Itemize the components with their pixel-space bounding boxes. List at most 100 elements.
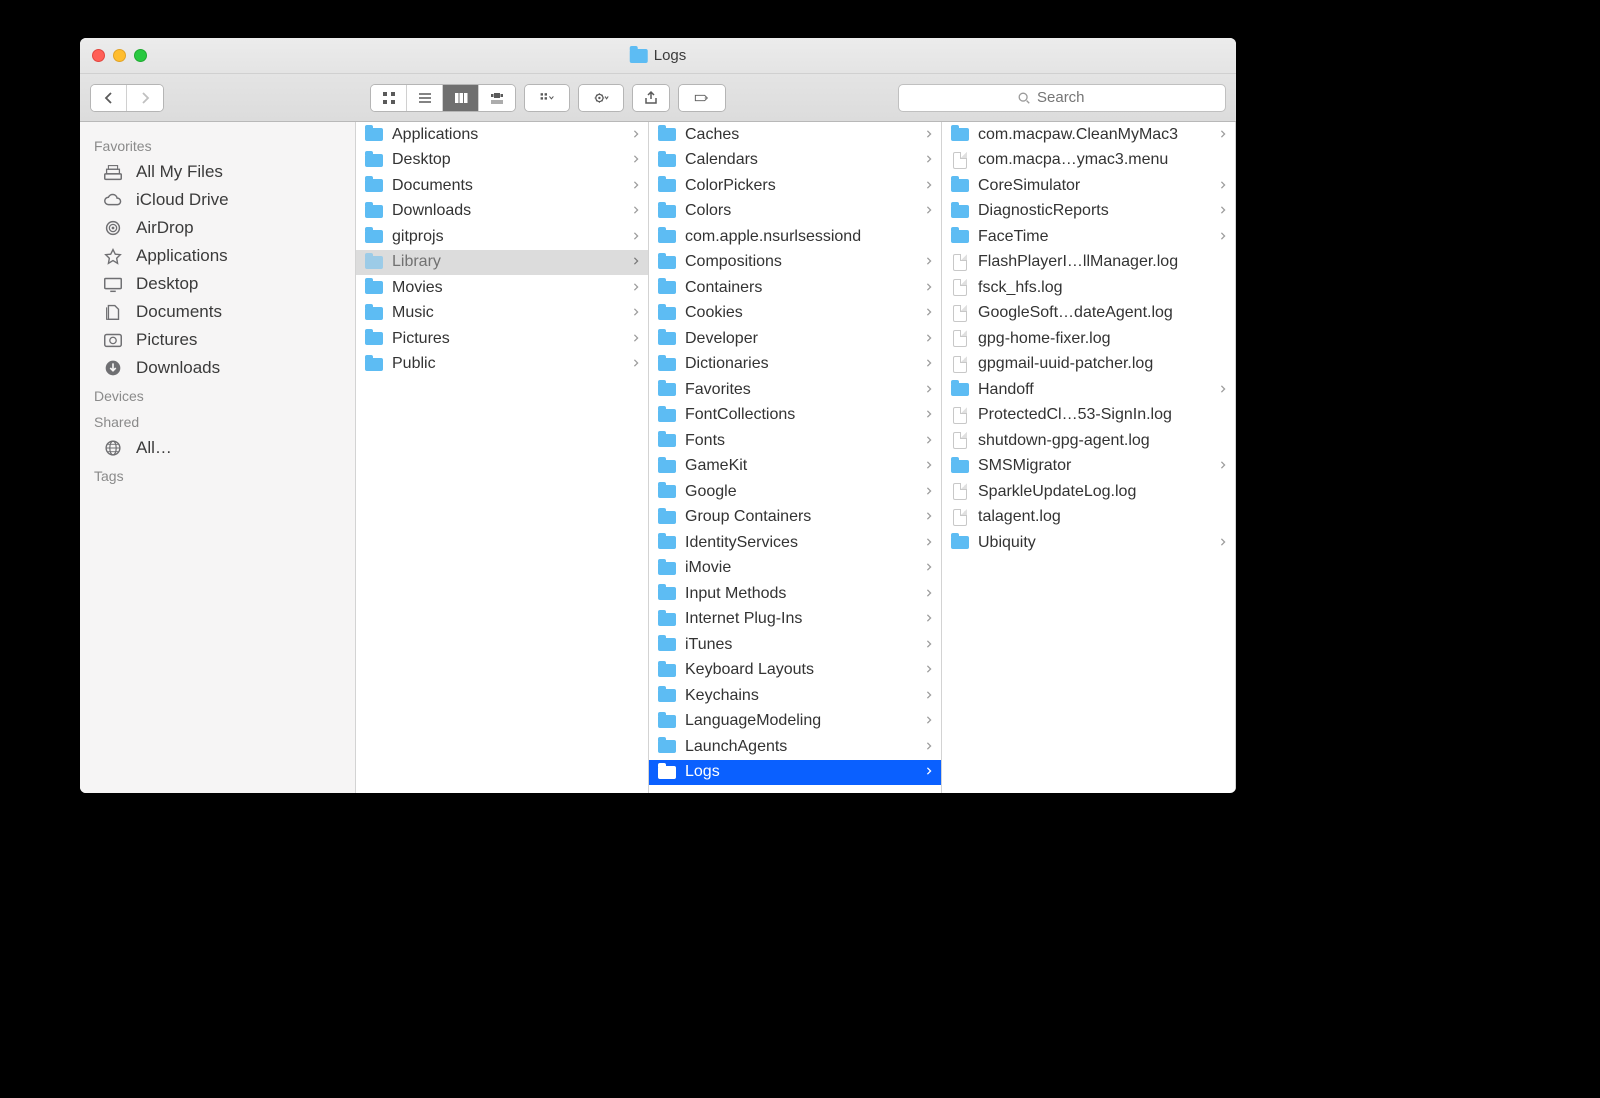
sidebar-item[interactable]: AirDrop xyxy=(80,214,355,242)
row-label: Favorites xyxy=(685,381,917,399)
folder-row[interactable]: Calendars xyxy=(649,148,941,174)
sidebar-item[interactable]: All… xyxy=(80,434,355,462)
folder-row[interactable]: Caches xyxy=(649,122,941,148)
folder-row[interactable]: GameKit xyxy=(649,454,941,480)
folder-row[interactable]: Handoff xyxy=(942,377,1235,403)
row-label: talagent.log xyxy=(978,508,1211,526)
folder-row[interactable]: Applications xyxy=(356,122,648,148)
folder-row[interactable]: Containers xyxy=(649,275,941,301)
folder-icon xyxy=(364,152,384,168)
file-row[interactable]: gpgmail-uuid-patcher.log xyxy=(942,352,1235,378)
folder-row[interactable]: Logs xyxy=(649,760,941,786)
folder-row[interactable]: FontCollections xyxy=(649,403,941,429)
sidebar-item-label: All… xyxy=(136,438,172,458)
file-row[interactable]: FlashPlayerI…llManager.log xyxy=(942,250,1235,276)
folder-row[interactable]: Input Methods xyxy=(649,581,941,607)
folder-row[interactable]: Favorites xyxy=(649,377,941,403)
icon-view-button[interactable] xyxy=(371,85,407,111)
folder-row[interactable]: SMSMigrator xyxy=(942,454,1235,480)
folder-row[interactable]: com.macpaw.CleanMyMac3 xyxy=(942,122,1235,148)
titlebar: Logs xyxy=(80,38,1236,74)
folder-icon xyxy=(657,484,677,500)
folder-row[interactable]: FaceTime xyxy=(942,224,1235,250)
action-button[interactable] xyxy=(579,85,623,111)
folder-row[interactable]: Dictionaries xyxy=(649,352,941,378)
folder-row[interactable]: LanguageModeling xyxy=(649,709,941,735)
folder-row[interactable]: Developer xyxy=(649,326,941,352)
file-row[interactable]: gpg-home-fixer.log xyxy=(942,326,1235,352)
folder-row[interactable]: Pictures xyxy=(356,326,648,352)
nav-buttons xyxy=(90,84,164,112)
folder-row[interactable]: Internet Plug-Ins xyxy=(649,607,941,633)
chevron-right-icon xyxy=(925,432,935,450)
folder-row[interactable]: ColorPickers xyxy=(649,173,941,199)
downloads-icon xyxy=(102,358,124,378)
row-label: Music xyxy=(392,304,624,322)
column-view-button[interactable] xyxy=(443,85,479,111)
file-icon xyxy=(950,407,970,423)
zoom-window-button[interactable] xyxy=(134,49,147,62)
window-title: Logs xyxy=(630,47,687,64)
folder-row[interactable]: Movies xyxy=(356,275,648,301)
folder-row[interactable]: Compositions xyxy=(649,250,941,276)
folder-row[interactable]: Desktop xyxy=(356,148,648,174)
folder-row[interactable]: Library xyxy=(356,250,648,276)
folder-row[interactable]: Public xyxy=(356,352,648,378)
sidebar-item[interactable]: iCloud Drive xyxy=(80,186,355,214)
folder-row[interactable]: Documents xyxy=(356,173,648,199)
folder-icon xyxy=(364,280,384,296)
share-button[interactable] xyxy=(633,85,669,111)
folder-row[interactable]: CoreSimulator xyxy=(942,173,1235,199)
file-row[interactable]: shutdown-gpg-agent.log xyxy=(942,428,1235,454)
folder-row[interactable]: Downloads xyxy=(356,199,648,225)
folder-row[interactable]: LaunchAgents xyxy=(649,734,941,760)
folder-row[interactable]: Keychains xyxy=(649,683,941,709)
folder-row[interactable]: Music xyxy=(356,301,648,327)
chevron-right-icon xyxy=(1219,457,1229,475)
arrange-button[interactable] xyxy=(525,85,569,111)
folder-row[interactable]: iTunes xyxy=(649,632,941,658)
folder-row[interactable]: com.apple.nsurlsessiond xyxy=(649,224,941,250)
folder-row[interactable]: gitprojs xyxy=(356,224,648,250)
close-window-button[interactable] xyxy=(92,49,105,62)
folder-icon xyxy=(950,382,970,398)
back-button[interactable] xyxy=(91,85,127,111)
folder-row[interactable]: DiagnosticReports xyxy=(942,199,1235,225)
file-row[interactable]: SparkleUpdateLog.log xyxy=(942,479,1235,505)
sidebar-item[interactable]: Applications xyxy=(80,242,355,270)
column-2[interactable]: CachesCalendarsColorPickersColorscom.app… xyxy=(649,122,942,793)
row-label: shutdown-gpg-agent.log xyxy=(978,432,1211,450)
minimize-window-button[interactable] xyxy=(113,49,126,62)
chevron-right-icon xyxy=(925,508,935,526)
list-view-button[interactable] xyxy=(407,85,443,111)
column-1[interactable]: ApplicationsDesktopDocumentsDownloadsgit… xyxy=(356,122,649,793)
sidebar-item[interactable]: Pictures xyxy=(80,326,355,354)
folder-row[interactable]: Keyboard Layouts xyxy=(649,658,941,684)
file-row[interactable]: talagent.log xyxy=(942,505,1235,531)
folder-row[interactable]: IdentityServices xyxy=(649,530,941,556)
folder-row[interactable]: Google xyxy=(649,479,941,505)
file-row[interactable]: fsck_hfs.log xyxy=(942,275,1235,301)
forward-button[interactable] xyxy=(127,85,163,111)
folder-icon xyxy=(657,127,677,143)
sidebar-item[interactable]: Downloads xyxy=(80,354,355,382)
search-input[interactable] xyxy=(1037,89,1107,106)
chevron-right-icon xyxy=(1219,228,1229,246)
column-3[interactable]: com.macpaw.CleanMyMac3com.macpa…ymac3.me… xyxy=(942,122,1236,793)
sidebar-item[interactable]: Documents xyxy=(80,298,355,326)
folder-row[interactable]: Colors xyxy=(649,199,941,225)
tags-button[interactable] xyxy=(679,85,725,111)
sidebar-item[interactable]: All My Files xyxy=(80,158,355,186)
folder-icon xyxy=(657,509,677,525)
folder-row[interactable]: Ubiquity xyxy=(942,530,1235,556)
search-field[interactable] xyxy=(898,84,1226,112)
file-row[interactable]: com.macpa…ymac3.menu xyxy=(942,148,1235,174)
file-row[interactable]: ProtectedCl…53-SignIn.log xyxy=(942,403,1235,429)
folder-row[interactable]: Group Containers xyxy=(649,505,941,531)
coverflow-view-button[interactable] xyxy=(479,85,515,111)
folder-row[interactable]: Fonts xyxy=(649,428,941,454)
file-row[interactable]: GoogleSoft…dateAgent.log xyxy=(942,301,1235,327)
folder-row[interactable]: Cookies xyxy=(649,301,941,327)
folder-row[interactable]: iMovie xyxy=(649,556,941,582)
sidebar-item[interactable]: Desktop xyxy=(80,270,355,298)
